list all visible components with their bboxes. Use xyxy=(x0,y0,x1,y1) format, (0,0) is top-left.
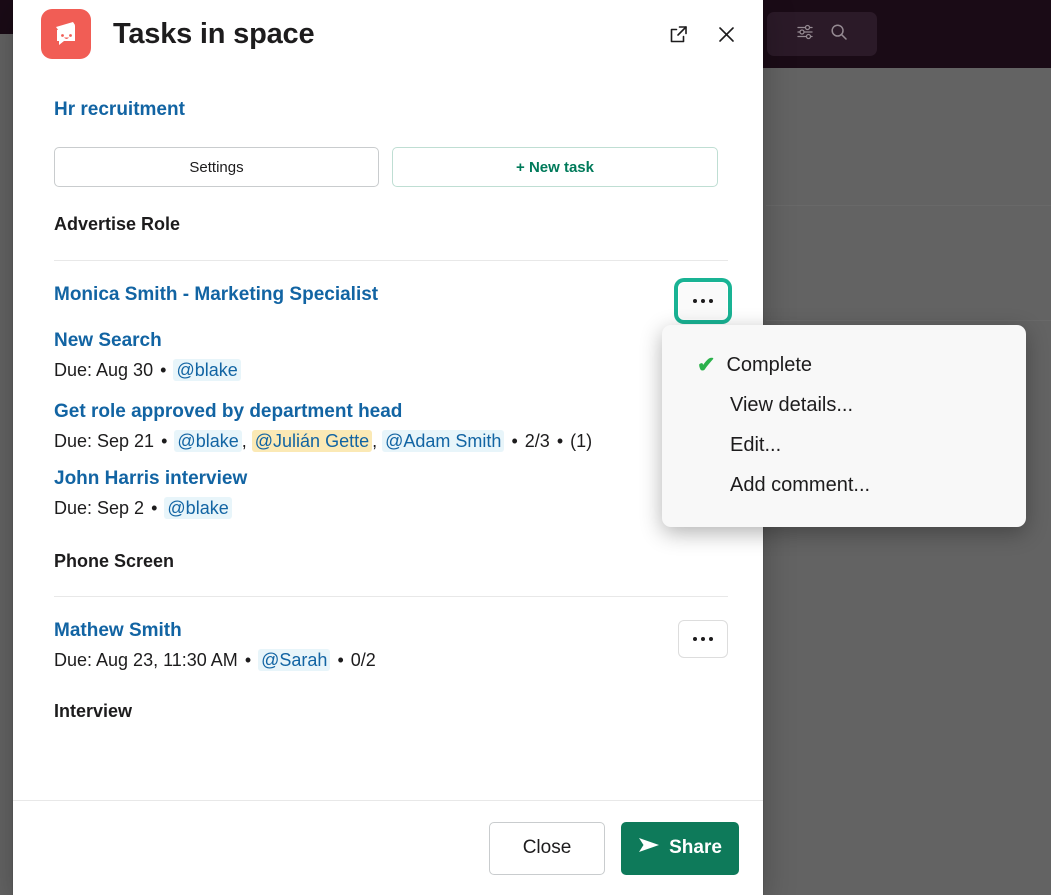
task-meta: Due: Sep 21 • @blake, @Julián Gette, @Ad… xyxy=(54,426,728,456)
task-title[interactable]: Monica Smith - Marketing Specialist xyxy=(54,282,378,307)
tasks-modal: Tasks in space Hr recruitment Settings + xyxy=(13,0,763,895)
menu-item-label: Edit... xyxy=(730,433,782,456)
task-row: John Harris interview Due: Sep 2 • @blak… xyxy=(54,466,728,523)
backdrop-left-edge-top xyxy=(0,0,13,34)
backdrop-divider xyxy=(766,320,1051,321)
page-title: Tasks in space xyxy=(113,17,315,50)
menu-item-edit[interactable]: Edit... xyxy=(662,425,1026,465)
menu-item-view-details[interactable]: View details... xyxy=(662,385,1026,425)
task-overflow-menu-button[interactable] xyxy=(678,282,728,320)
menu-item-label: Add comment... xyxy=(730,473,871,496)
settings-button[interactable]: Settings xyxy=(54,147,379,187)
close-button[interactable]: Close xyxy=(489,821,605,875)
send-icon xyxy=(638,837,660,859)
section-divider xyxy=(54,596,728,597)
task-progress: 0/2 xyxy=(350,650,376,670)
task-row: Mathew Smith Due: Aug 23, 11:30 AM • @Sa… xyxy=(54,618,728,675)
separator-bullet: • xyxy=(160,360,167,380)
sliders-icon[interactable] xyxy=(795,22,815,47)
task-row: New Search Due: Aug 30 • @blake xyxy=(54,328,728,385)
share-button[interactable]: Share xyxy=(621,821,739,875)
separator-bullet: • xyxy=(161,431,168,451)
menu-item-label: Complete xyxy=(726,353,813,376)
close-icon[interactable] xyxy=(711,19,741,49)
separator-bullet: • xyxy=(244,650,252,670)
menu-item-complete[interactable]: ✔ Complete xyxy=(662,345,1026,385)
backdrop-left-edge xyxy=(0,0,13,895)
task-title[interactable]: New Search xyxy=(54,328,162,353)
task-assignee-mention[interactable]: @Adam Smith xyxy=(382,430,505,452)
space-link[interactable]: Hr recruitment xyxy=(54,99,728,121)
task-assignee-mention[interactable]: @blake xyxy=(174,430,242,452)
check-icon: ✔ xyxy=(697,352,716,377)
task-due-date: Due: Sep 21 xyxy=(54,431,155,451)
backdrop-divider xyxy=(766,205,1051,206)
modal-header-actions xyxy=(663,19,741,49)
separator-bullet: • xyxy=(511,431,518,451)
task-assignee-mention-self[interactable]: @Julián Gette xyxy=(251,430,373,452)
menu-item-add-comment[interactable]: Add comment... xyxy=(662,465,1026,505)
task-assignee-mention[interactable]: @blake xyxy=(164,497,232,519)
section-title-advertise-role: Advertise Role xyxy=(54,214,181,234)
section-title-interview: Interview xyxy=(54,701,133,721)
task-meta: Due: Aug 30 • @blake xyxy=(54,355,728,385)
section-title-phone-screen: Phone Screen xyxy=(54,551,175,571)
separator-bullet: • xyxy=(151,498,158,518)
modal-footer: Close Share xyxy=(13,800,763,895)
separator-comma: , xyxy=(372,431,378,451)
ellipsis-icon xyxy=(693,637,713,641)
separator-comma: , xyxy=(241,431,247,451)
separator-bullet: • xyxy=(337,650,344,670)
task-due-date: Due: Sep 2 xyxy=(54,498,145,518)
task-title[interactable]: Mathew Smith xyxy=(54,618,182,643)
modal-body: Hr recruitment Settings + New task Adver… xyxy=(13,68,763,800)
backdrop-search-bar[interactable] xyxy=(767,12,877,56)
open-in-new-window-icon[interactable] xyxy=(663,19,693,49)
task-meta: Due: Sep 2 • @blake xyxy=(54,493,666,523)
task-assignee-mention[interactable]: @blake xyxy=(173,359,241,381)
ellipsis-icon xyxy=(693,299,713,303)
task-title[interactable]: Get role approved by department head xyxy=(54,399,402,424)
task-meta: Due: Aug 23, 11:30 AM • @Sarah • 0/2 xyxy=(54,645,666,675)
task-due-date: Due: Aug 23, 11:30 AM xyxy=(54,650,238,670)
separator-bullet: • xyxy=(556,431,564,451)
tasks-app-icon xyxy=(41,9,91,59)
new-task-button[interactable]: + New task xyxy=(392,147,718,187)
task-progress: 2/3 xyxy=(524,431,550,451)
menu-item-label: View details... xyxy=(730,393,854,416)
task-row: Get role approved by department head Due… xyxy=(54,399,728,456)
task-assignee-mention[interactable]: @Sarah xyxy=(258,649,331,671)
action-row: Settings + New task xyxy=(54,147,728,187)
task-overflow-menu-button[interactable] xyxy=(678,620,728,658)
task-context-menu: ✔ Complete View details... Edit... Add c… xyxy=(662,325,1026,527)
share-button-label: Share xyxy=(669,837,722,858)
modal-header: Tasks in space xyxy=(13,0,763,68)
search-icon[interactable] xyxy=(829,22,849,47)
task-due-date: Due: Aug 30 xyxy=(54,360,154,380)
task-comment-count: (1) xyxy=(570,431,593,451)
task-row: Monica Smith - Marketing Specialist xyxy=(54,282,728,320)
task-title[interactable]: John Harris interview xyxy=(54,466,247,491)
section-divider xyxy=(54,260,728,261)
